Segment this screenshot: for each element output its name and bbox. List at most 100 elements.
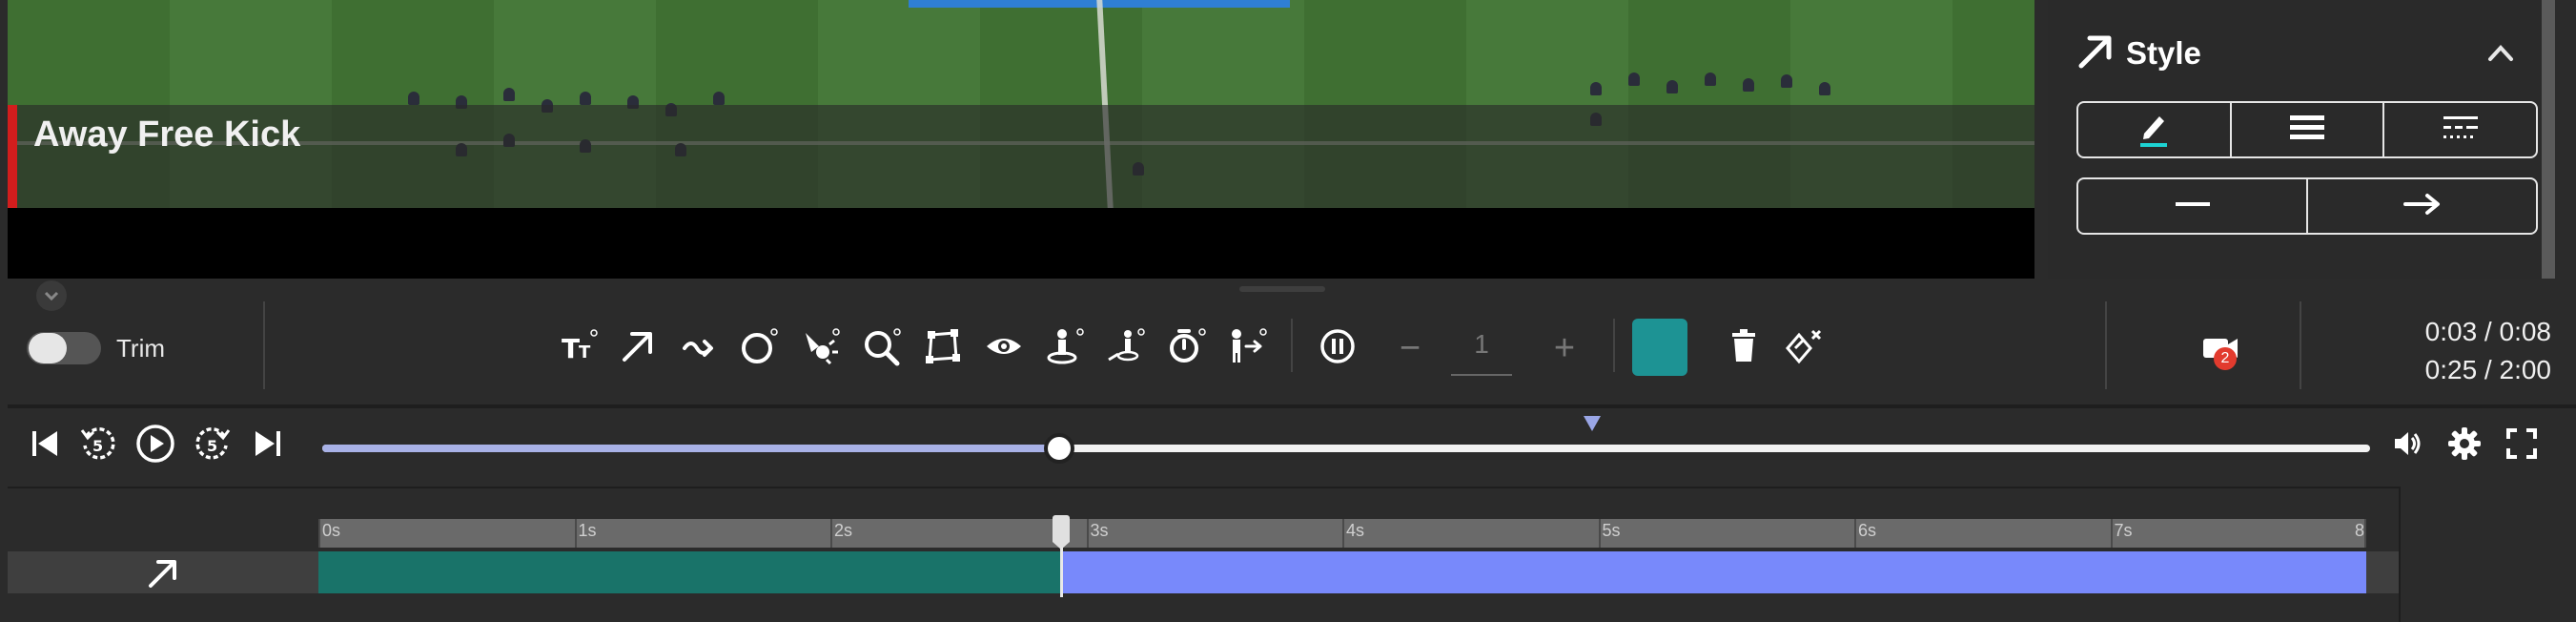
rewind-5-button[interactable]: 5 (74, 422, 122, 469)
color-picker[interactable] (1632, 319, 1687, 376)
timeline: 0s 1s 2s 3s 4s 5s 6s 7s 8 (8, 487, 2399, 622)
line-end-arrow-button[interactable] (2308, 179, 2536, 233)
ruler-tick-label: 7s (2114, 521, 2133, 540)
time-readout: 0:03 / 0:08 0:25 / 2:00 (2425, 313, 2551, 389)
player-figure (713, 92, 725, 105)
rewind-5-icon: 5 (79, 425, 117, 467)
playhead-handle[interactable] (1052, 515, 1070, 549)
timer-tool-icon (1166, 325, 1208, 372)
playhead-line (1059, 548, 1063, 597)
clear-all-button[interactable] (1781, 324, 1829, 372)
stepper-minus-button[interactable]: − (1386, 324, 1434, 372)
ruler-tick (1342, 519, 1344, 548)
trim-toggle[interactable] (27, 332, 101, 364)
video-frame[interactable]: Away Free Kick (8, 0, 2034, 279)
player-connect-tool-button[interactable] (1102, 324, 1150, 372)
player-controls: 5 5 (8, 404, 2576, 483)
spotlight-tool-button[interactable] (797, 324, 845, 372)
pause-icon (1319, 327, 1357, 370)
pause-button[interactable] (1314, 324, 1361, 372)
skip-end-icon (252, 427, 284, 465)
seek-marker (1583, 416, 1601, 431)
line-weight-button[interactable] (2232, 103, 2385, 156)
polygon-tool-button[interactable] (919, 324, 967, 372)
rewind-label: 5 (92, 437, 103, 455)
clip-time: 0:03 / 0:08 (2424, 317, 2551, 346)
trash-icon (1727, 327, 1761, 370)
stepper-value[interactable]: 1 (1451, 321, 1512, 376)
magnifier-tool-button[interactable] (858, 324, 906, 372)
ruler-tick (318, 519, 320, 548)
skip-end-button[interactable] (244, 422, 292, 469)
arrow-icon (143, 555, 185, 590)
pen-color-button[interactable] (2078, 103, 2232, 156)
line-dash-button[interactable] (2384, 103, 2536, 156)
toolbar-divider (263, 301, 265, 389)
line-end-plain-icon (2174, 195, 2212, 218)
play-icon (135, 424, 175, 468)
forward-5-icon: 5 (194, 425, 232, 467)
volume-button[interactable] (2383, 422, 2431, 469)
camera-button[interactable]: 2 (2187, 324, 2254, 372)
pen-color-icon (2133, 107, 2175, 154)
eye-tool-icon (985, 327, 1023, 370)
line-dash-icon (2442, 112, 2480, 149)
line-end-arrow-icon (2402, 192, 2443, 221)
player-figure (503, 88, 515, 101)
line-end-plain-button[interactable] (2078, 179, 2308, 233)
player-connect-tool-icon (1105, 325, 1147, 372)
spotlight-tool-icon (800, 325, 842, 372)
text-tool-button[interactable]: TT (555, 324, 603, 372)
forward-label: 5 (207, 437, 217, 455)
ruler-tick-label: 1s (578, 521, 597, 540)
fullscreen-icon (2505, 427, 2538, 465)
gear-icon (2447, 426, 2482, 466)
ruler-tick (2364, 519, 2366, 548)
chevron-down-icon[interactable] (36, 280, 67, 311)
ruler-tick-label: 0s (322, 521, 341, 540)
ruler-tick-label: 2s (834, 521, 853, 540)
clear-all-icon (1784, 325, 1826, 372)
event-title: Away Free Kick (33, 114, 301, 155)
player-figure (1819, 82, 1830, 95)
seek-bar-thumb[interactable] (1044, 433, 1075, 464)
forward-5-button[interactable]: 5 (189, 422, 236, 469)
style-options-row1 (2076, 101, 2538, 158)
timeline-ruler[interactable]: 0s 1s 2s 3s 4s 5s 6s 7s 8 (318, 519, 2366, 548)
player-figure (1781, 74, 1792, 88)
ruler-tick (574, 519, 577, 548)
curved-arrow-tool-icon (680, 327, 718, 370)
ruler-tick (830, 519, 832, 548)
player-figure (1590, 82, 1602, 95)
seek-bar-progress (322, 445, 1060, 452)
player-marker-tool-button[interactable] (1041, 324, 1089, 372)
style-title: Style (2126, 35, 2201, 71)
ruler-tick (1086, 519, 1089, 548)
player-move-tool-button[interactable] (1224, 324, 1272, 372)
stepper-plus-button[interactable]: + (1541, 324, 1588, 372)
total-time: 0:25 / 2:00 (2424, 355, 2551, 384)
player-figure (1705, 73, 1716, 86)
fullscreen-button[interactable] (2498, 422, 2545, 469)
clip-played-segment[interactable] (318, 551, 1061, 593)
annotation-clip[interactable] (1060, 551, 2366, 593)
timer-tool-button[interactable] (1163, 324, 1211, 372)
style-options-row2 (2076, 177, 2538, 235)
settings-button[interactable] (2441, 422, 2488, 469)
circle-tool-button[interactable] (736, 324, 784, 372)
eye-tool-button[interactable] (980, 324, 1028, 372)
ruler-tick (1854, 519, 1856, 548)
style-panel-scrollbar[interactable] (2542, 0, 2555, 279)
chevron-up-icon[interactable] (2484, 38, 2517, 67)
magnifier-tool-icon (861, 325, 903, 372)
style-header[interactable]: Style (2076, 32, 2201, 74)
svg-text:T: T (579, 342, 591, 363)
arrow-tool-button[interactable] (614, 324, 662, 372)
skip-start-button[interactable] (21, 422, 69, 469)
seek-bar[interactable] (322, 433, 2370, 464)
play-button[interactable] (132, 422, 179, 469)
toggle-knob (29, 333, 67, 363)
curved-arrow-tool-button[interactable] (675, 324, 723, 372)
ruler-tick (2110, 519, 2113, 548)
delete-button[interactable] (1720, 324, 1768, 372)
